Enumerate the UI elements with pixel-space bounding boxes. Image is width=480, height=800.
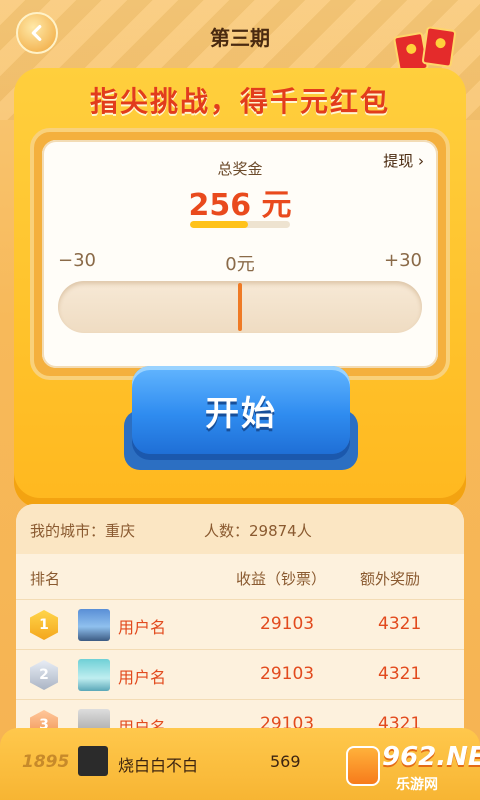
top-bar: 第三期 bbox=[0, 0, 480, 75]
site-watermark: 962.NET 乐游网 bbox=[346, 736, 480, 796]
silver-medal-icon: 2 bbox=[30, 660, 58, 690]
user-bonus: 4321 bbox=[378, 614, 422, 634]
watermark-text: 962.NET bbox=[382, 742, 480, 772]
user-income: 29103 bbox=[260, 614, 315, 634]
player-count: 人数：29874人 bbox=[204, 522, 312, 540]
avatar bbox=[78, 609, 110, 641]
user-bonus: 4321 bbox=[378, 664, 422, 684]
scale-max-label: +30 bbox=[384, 250, 422, 271]
user-income: 29103 bbox=[260, 664, 315, 684]
city-info-row: 我的城市：重庆 人数：29874人 bbox=[16, 504, 464, 554]
watermark-logo-icon bbox=[346, 746, 380, 786]
table-row[interactable]: 2 用户名 29103 4321 bbox=[16, 650, 464, 700]
user-name: 用户名 bbox=[118, 618, 167, 637]
table-row[interactable]: 1 用户名 29103 4321 bbox=[16, 600, 464, 650]
my-avatar bbox=[78, 746, 108, 776]
my-city: 我的城市：重庆 bbox=[30, 522, 136, 540]
column-income: 收益（钞票） bbox=[236, 570, 327, 588]
gold-medal-icon: 1 bbox=[30, 610, 58, 640]
slider-indicator bbox=[238, 283, 242, 331]
start-button-label: 开始 bbox=[205, 393, 277, 434]
total-prize-label: 总奖金 bbox=[217, 160, 263, 178]
my-rank: 1895 bbox=[22, 752, 70, 772]
my-rank-bar: 1895 烧白白不白 569 962.NET 乐游网 bbox=[0, 728, 480, 800]
start-button[interactable]: 开始 bbox=[132, 366, 350, 454]
my-name: 烧白白不白 bbox=[118, 756, 199, 775]
total-prize-value: 256 元 bbox=[188, 188, 292, 223]
user-name: 用户名 bbox=[118, 668, 167, 687]
avatar bbox=[78, 659, 110, 691]
leaderboard-header: 排名 收益（钞票） 额外奖励 bbox=[16, 554, 464, 600]
watermark-subtext: 乐游网 bbox=[396, 777, 438, 793]
slogan-banner: 指尖挑战，得千元红包 bbox=[89, 85, 390, 118]
prize-progress-fill bbox=[190, 221, 248, 228]
column-rank: 排名 bbox=[30, 570, 61, 588]
column-bonus: 额外奖励 bbox=[360, 570, 421, 588]
prize-progress-bar bbox=[190, 221, 290, 228]
my-score: 569 bbox=[270, 752, 301, 771]
